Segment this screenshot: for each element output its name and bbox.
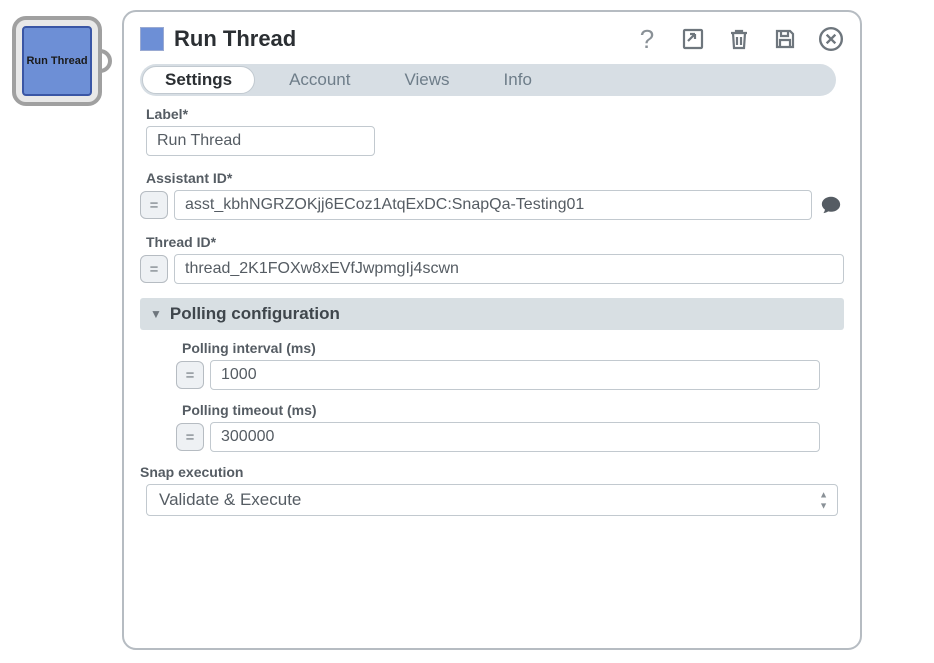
- collapse-triangle-icon: ▼: [150, 307, 162, 321]
- expression-toggle-button[interactable]: =: [140, 255, 168, 283]
- expression-toggle-button[interactable]: =: [176, 423, 204, 451]
- updown-icon: ▲▼: [819, 490, 828, 511]
- field-polling-interval: Polling interval (ms) =: [176, 340, 844, 390]
- expand-mode-icon[interactable]: [680, 26, 706, 52]
- field-assistant-id: Assistant ID* =: [140, 170, 844, 220]
- tab-label: Settings: [165, 70, 232, 90]
- node-inner: Run Thread: [22, 26, 92, 96]
- tab-label: Info: [504, 70, 532, 90]
- tab-label: Views: [405, 70, 450, 90]
- tabs: Settings Account Views Info: [140, 64, 836, 96]
- field-label-text: Snap execution: [140, 464, 844, 480]
- tab-label: Account: [289, 70, 350, 90]
- field-polling-timeout: Polling timeout (ms) =: [176, 402, 844, 452]
- tab-info[interactable]: Info: [482, 64, 554, 96]
- header-icons: ?: [634, 26, 844, 52]
- tab-settings[interactable]: Settings: [142, 66, 255, 94]
- assistant-id-input[interactable]: [174, 190, 812, 220]
- suggest-icon[interactable]: [818, 194, 844, 216]
- snap-execution-select[interactable]: Validate & Execute ▲▼: [146, 484, 838, 516]
- section-body: Polling interval (ms) = Polling timeout …: [140, 330, 844, 452]
- select-value: Validate & Execute: [159, 490, 301, 510]
- polling-interval-input[interactable]: [210, 360, 820, 390]
- form: Label* Assistant ID* = Thread ID* =: [140, 106, 844, 516]
- expression-toggle-button[interactable]: =: [176, 361, 204, 389]
- label-input[interactable]: [146, 126, 375, 156]
- field-label: Label*: [140, 106, 844, 156]
- save-icon[interactable]: [772, 26, 798, 52]
- section-title: Polling configuration: [170, 304, 340, 324]
- tab-views[interactable]: Views: [383, 64, 472, 96]
- field-snap-execution: Snap execution Validate & Execute ▲▼: [140, 464, 844, 516]
- field-thread-id: Thread ID* =: [140, 234, 844, 284]
- field-label-text: Thread ID*: [146, 234, 844, 250]
- panel-header: Run Thread ?: [140, 26, 844, 52]
- expression-toggle-button[interactable]: =: [140, 191, 168, 219]
- section-polling-configuration[interactable]: ▼ Polling configuration: [140, 298, 844, 330]
- panel-title: Run Thread: [174, 26, 296, 52]
- title-wrap: Run Thread: [140, 26, 296, 52]
- help-icon[interactable]: ?: [634, 26, 660, 52]
- field-label-text: Polling timeout (ms): [182, 402, 844, 418]
- snap-color-swatch: [140, 27, 164, 51]
- close-icon[interactable]: [818, 26, 844, 52]
- pipeline-node-run-thread[interactable]: Run Thread: [12, 16, 102, 106]
- delete-icon[interactable]: [726, 26, 752, 52]
- polling-timeout-input[interactable]: [210, 422, 820, 452]
- properties-panel: Run Thread ? Settings Account: [122, 10, 862, 650]
- tab-account[interactable]: Account: [267, 64, 372, 96]
- field-label-text: Assistant ID*: [146, 170, 844, 186]
- thread-id-input[interactable]: [174, 254, 844, 284]
- field-label-text: Polling interval (ms): [182, 340, 844, 356]
- node-label: Run Thread: [26, 55, 87, 67]
- field-label-text: Label*: [146, 106, 844, 122]
- node-body: Run Thread: [12, 16, 102, 106]
